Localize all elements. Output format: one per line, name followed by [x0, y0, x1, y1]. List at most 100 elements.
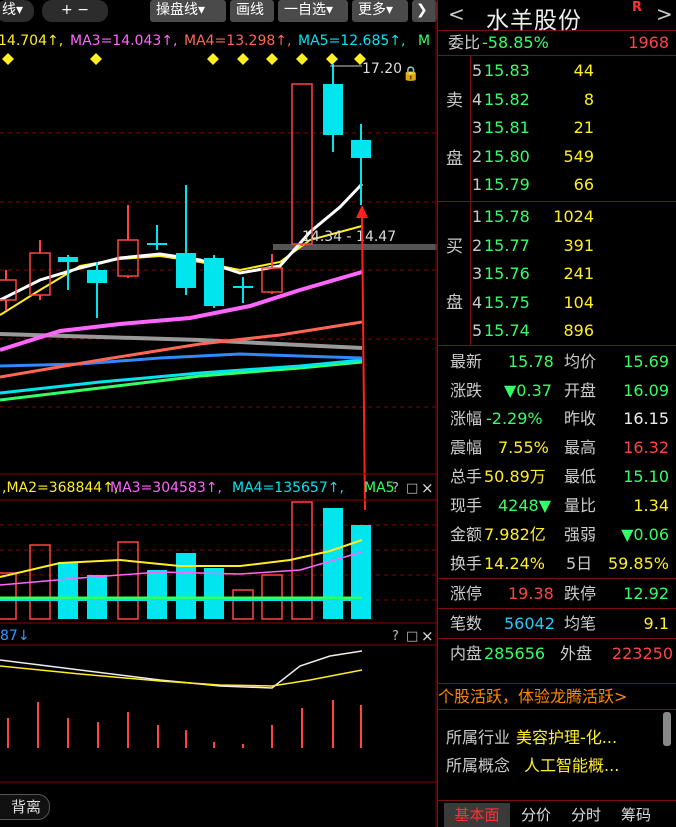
per-trade-value: 9.1: [643, 614, 669, 633]
ask-side-label: 卖 盘: [438, 56, 471, 201]
five-day-value: 59.85%: [607, 554, 669, 573]
bid-volume: 391: [563, 235, 594, 255]
total-vol-label: 总手: [450, 467, 483, 486]
ask-char-2: 盘: [446, 149, 463, 169]
high-price-label: 17.20: [362, 61, 402, 77]
close-icon[interactable]: ×: [421, 479, 434, 497]
vol-ma2-legend: ,MA2=368844↑,: [2, 480, 118, 496]
chart-pane[interactable]: 线▾ + − 操盘线▾ 画线 一自选▾ 更多▾ ❯ 14.704↑, MA3=1…: [0, 0, 437, 827]
ask-volume: 21: [573, 118, 594, 138]
cur-vol-value: 4248▼: [498, 496, 552, 515]
macd-legend: 87↓: [0, 628, 30, 644]
ask-level-number: 2: [472, 146, 483, 166]
bid-level-2[interactable]: 2 15.77 391: [472, 232, 672, 260]
amount-label: 金额: [450, 525, 483, 544]
next-stock-icon[interactable]: >: [656, 2, 673, 26]
tab-fundamentals[interactable]: 基本面: [444, 803, 510, 827]
stock-name: 水羊股份: [486, 8, 582, 34]
bid-char-2: 盘: [446, 293, 463, 313]
inner-value: 285656: [484, 644, 546, 663]
arrow-head-icon: [356, 205, 368, 218]
ask-volume: 8: [583, 89, 594, 109]
bid-price: 15.74: [484, 321, 530, 341]
volume-bar: [204, 568, 224, 619]
prev-close-label: 昨收: [564, 409, 597, 428]
tab-intraday[interactable]: 分时: [564, 803, 608, 827]
volume-bar: [351, 525, 371, 619]
tab-chips[interactable]: 筹码: [614, 803, 658, 827]
bid-price: 15.77: [484, 235, 530, 255]
prev-stock-icon[interactable]: <: [448, 2, 465, 26]
quote-stats: 最新 15.78 均价 15.69 涨跌 ▼0.37 开盘 16.09 涨幅 -…: [438, 346, 676, 684]
divergence-label: 背离: [10, 798, 41, 816]
vol-ratio-value: 1.34: [633, 496, 669, 515]
bid-level-number: 5: [472, 321, 483, 341]
bid-price: 15.78: [484, 207, 530, 226]
volume-bar: [58, 562, 78, 619]
promo-text: 个股活跃，体验龙腾活跃>: [438, 687, 628, 706]
scrollbar-thumb[interactable]: [663, 712, 671, 746]
ask-level-number: 1: [472, 175, 483, 195]
bid-level-4[interactable]: 4 15.75 104: [472, 289, 672, 317]
macd-help-icon[interactable]: ?: [392, 629, 399, 644]
outer-value: 223250: [611, 644, 673, 663]
help-icon[interactable]: ?: [392, 481, 399, 496]
bid-level-3[interactable]: 3 15.76 241: [472, 260, 672, 288]
signal-diamond: [266, 53, 278, 65]
limit-up-label: 涨停: [450, 584, 483, 603]
bid-level-5[interactable]: 5 15.74 896: [472, 317, 672, 345]
high-value: 16.32: [623, 438, 669, 457]
macd-dea-line: [0, 665, 363, 687]
ma-extra-legend: M: [418, 33, 430, 49]
bid-level-number: 4: [472, 292, 483, 312]
tab-price-distribution[interactable]: 分价: [514, 803, 558, 827]
ask-level-1[interactable]: 1 15.79 66: [472, 171, 672, 199]
range-label: 14.34 - 14.47: [302, 229, 396, 245]
ask-level-5[interactable]: 5 15.83 44: [472, 57, 672, 85]
ask-level-3[interactable]: 3 15.81 21: [472, 114, 672, 142]
candle-body: [291, 83, 313, 245]
candle-body: [176, 253, 196, 288]
five-day-label: 5日: [566, 554, 593, 573]
stock-info: 所属行业 美容护理-化... 所属概念 人工智能概...: [438, 710, 676, 813]
volume-bars: [0, 501, 371, 620]
ma4-legend: MA4=13.298↑,: [184, 33, 291, 49]
industry-row[interactable]: 所属行业 美容护理-化...: [446, 724, 617, 748]
ask-book: 卖 盘 5 15.83 44 4 15.82 8 3 15.81 21 2 15.80 549 1 15.…: [438, 56, 676, 202]
restore-icon[interactable]: □: [406, 481, 418, 496]
bid-side-label: 买 盘: [438, 202, 471, 345]
macd-restore-icon[interactable]: □: [406, 629, 418, 644]
macd-close-icon[interactable]: ×: [421, 627, 434, 645]
annotation-arrow: [361, 214, 366, 511]
macd-indicator: [0, 650, 363, 748]
pct-label: 涨幅: [450, 409, 483, 428]
lock-icon[interactable]: 🔒: [402, 66, 419, 82]
amp-label: 震幅: [450, 438, 483, 457]
bid-price: 15.76: [484, 264, 530, 284]
change-label: 涨跌: [450, 381, 483, 400]
candle-body: [87, 270, 107, 283]
high-label: 最高: [564, 438, 597, 457]
ask-level-4[interactable]: 4 15.82 8: [472, 86, 672, 114]
ask-level-2[interactable]: 2 15.80 549: [472, 143, 672, 171]
concept-row[interactable]: 所属概念 人工智能概...: [446, 752, 619, 776]
strength-value: ▼0.06: [621, 525, 669, 544]
latest-label: 最新: [450, 352, 483, 371]
volume-bar: [323, 508, 343, 619]
inner-label: 内盘: [450, 644, 483, 663]
divergence-tag[interactable]: 背离: [0, 794, 50, 820]
per-trade-label: 均笔: [564, 614, 597, 633]
open-value: 16.09: [623, 381, 669, 400]
industry-value: 美容护理-化...: [516, 728, 618, 747]
bid-level-1[interactable]: 1 15.78 1024: [472, 203, 672, 231]
bid-level-number: 1: [472, 207, 483, 226]
candle-body: [351, 140, 371, 158]
signal-diamond: [296, 53, 308, 65]
promo-banner[interactable]: 个股活跃，体验龙腾活跃>: [438, 684, 676, 710]
bid-char-1: 买: [446, 237, 463, 257]
bid-volume: 1024: [553, 207, 594, 226]
amp-value: 7.55%: [498, 438, 549, 457]
candle-body: [58, 257, 78, 262]
bid-volume: 104: [563, 292, 594, 312]
kline-chart[interactable]: 14.704↑, MA3=14.043↑, MA4=13.298↑, MA5=1…: [0, 0, 437, 827]
